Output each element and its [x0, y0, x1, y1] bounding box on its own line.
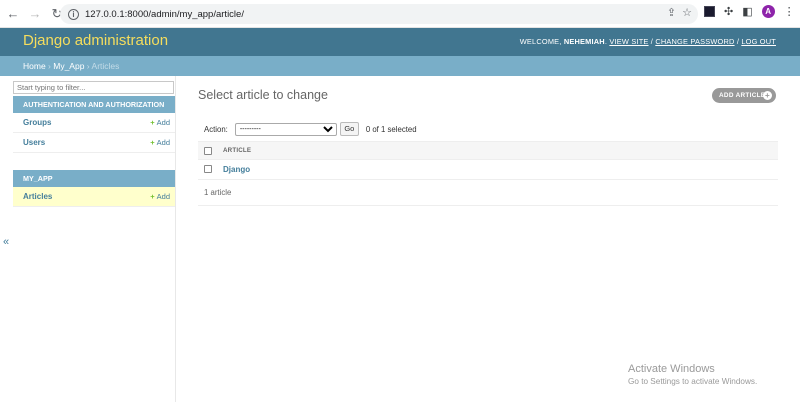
action-label: Action: [204, 124, 228, 134]
article-link[interactable]: Django [223, 165, 250, 174]
add-article-button[interactable]: ADD ARTICLE + [712, 88, 776, 103]
table-header: ARTICLE [198, 141, 778, 160]
address-url[interactable]: 127.0.0.1:8000/admin/my_app/article/ [85, 9, 244, 20]
select-all-checkbox[interactable] [204, 147, 212, 155]
bookmark-star-icon[interactable]: ☆ [682, 6, 692, 19]
admin-header: Django administration WELCOME, NEHEMIAH.… [0, 28, 800, 56]
address-bar[interactable]: i 127.0.0.1:8000/admin/my_app/article/ ⇪… [60, 4, 698, 24]
add-users-link[interactable]: + Add [150, 133, 170, 153]
sidebar-item-users[interactable]: Users + Add [13, 133, 175, 153]
change-password-link[interactable]: CHANGE PASSWORD [655, 37, 734, 46]
column-header-article[interactable]: ARTICLE [223, 147, 251, 154]
breadcrumb-home[interactable]: Home [23, 61, 46, 71]
username: NEHEMIAH [563, 37, 605, 46]
sidebar-item-articles[interactable]: Articles + Add [13, 187, 175, 207]
watermark-title: Activate Windows [628, 363, 715, 375]
page-title: Select article to change [198, 88, 328, 102]
welcome-text: WELCOME, [519, 37, 562, 46]
action-select[interactable]: --------- [234, 122, 337, 136]
breadcrumb-app[interactable]: My_App [53, 61, 84, 71]
log-out-link[interactable]: LOG OUT [741, 37, 776, 46]
extension-app-icon[interactable] [704, 6, 715, 17]
extensions-puzzle-icon[interactable]: ✣ [724, 6, 733, 18]
sidebar-item-label[interactable]: Users [23, 138, 45, 147]
plus-icon: + [150, 192, 155, 201]
result-list: ARTICLE Django [198, 141, 778, 180]
go-button[interactable]: Go [339, 122, 359, 136]
selection-counter: 0 of 1 selected [365, 124, 417, 134]
share-icon[interactable]: ⇪ [667, 6, 676, 19]
sidebar-item-label[interactable]: Groups [23, 118, 51, 127]
site-branding[interactable]: Django administration [23, 32, 168, 49]
sidebar-item-label[interactable]: Articles [23, 192, 52, 201]
sidebar-filter-input[interactable] [13, 81, 174, 94]
breadcrumb-current: Articles [91, 61, 120, 71]
profile-avatar[interactable]: A [761, 5, 775, 18]
plus-icon: + [763, 91, 772, 100]
paginator: 1 article [198, 181, 778, 206]
browser-menu-icon[interactable]: ⋮ [784, 6, 795, 18]
sidebar-collapse-icon[interactable]: « [3, 236, 9, 248]
table-row: Django [198, 160, 778, 180]
actions-bar: Action: --------- Go 0 of 1 selected [198, 121, 778, 137]
row-checkbox[interactable] [204, 165, 212, 173]
plus-icon: + [150, 118, 155, 127]
add-article-label: ADD ARTICLE [719, 92, 766, 99]
add-articles-link[interactable]: + Add [150, 187, 170, 207]
side-panel-icon[interactable]: ◧ [742, 6, 752, 18]
sidebar-item-groups[interactable]: Groups + Add [13, 113, 175, 133]
add-groups-link[interactable]: + Add [150, 113, 170, 133]
plus-icon: + [150, 138, 155, 147]
activate-windows-watermark: Activate Windows Go to Settings to activ… [628, 363, 757, 386]
module-caption-my-app[interactable]: MY_APP [13, 170, 175, 187]
forward-arrow-icon[interactable]: → [26, 5, 44, 23]
module-caption-auth[interactable]: AUTHENTICATION AND AUTHORIZATION [13, 96, 175, 113]
back-arrow-icon[interactable]: ← [4, 5, 22, 23]
browser-toolbar: ← → ↻ i 127.0.0.1:8000/admin/my_app/arti… [0, 0, 800, 28]
user-tools: WELCOME, NEHEMIAH. VIEW SITE / CHANGE PA… [519, 37, 776, 46]
nav-sidebar: AUTHENTICATION AND AUTHORIZATION Groups … [0, 76, 176, 402]
watermark-subtitle: Go to Settings to activate Windows. [628, 377, 758, 386]
site-info-icon[interactable]: i [68, 8, 79, 20]
view-site-link[interactable]: VIEW SITE [609, 37, 648, 46]
breadcrumb: Home › My_App › Articles [0, 56, 800, 76]
